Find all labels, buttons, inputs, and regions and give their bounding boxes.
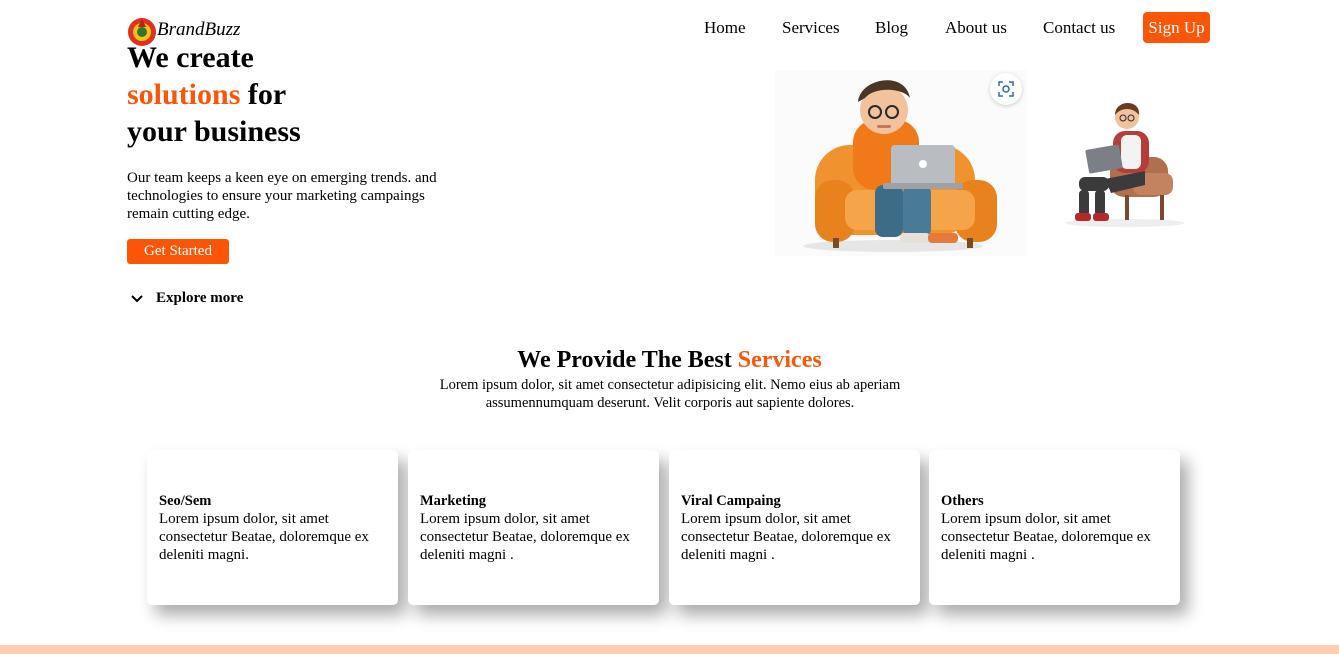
service-card-seo[interactable]: Seo/Sem Lorem ipsum dolor, sit amet cons… xyxy=(147,450,398,605)
nav-link-services[interactable]: Services xyxy=(782,18,840,38)
nav-link-blog[interactable]: Blog xyxy=(875,18,908,38)
hero-illustration-chair xyxy=(1065,103,1185,227)
services-title-accent: Services xyxy=(737,347,822,373)
explore-more-link[interactable]: Explore more xyxy=(130,290,243,307)
hero-illustration-sofa xyxy=(775,70,1027,256)
services-title: We Provide The Best Services xyxy=(0,347,1339,374)
nav-link-about[interactable]: About us xyxy=(945,18,1007,38)
service-card-viral[interactable]: Viral Campaing Lorem ipsum dolor, sit am… xyxy=(669,450,920,605)
service-card-others[interactable]: Others Lorem ipsum dolor, sit amet conse… xyxy=(929,450,1180,605)
service-card-text: Lorem ipsum dolor, sit amet consectetur … xyxy=(420,511,630,563)
service-card-title: Others xyxy=(941,493,984,509)
hero-title-line3: your business xyxy=(127,115,301,148)
service-card-title: Viral Campaing xyxy=(681,493,781,509)
service-card-title: Marketing xyxy=(420,493,487,509)
chevron-down-icon xyxy=(131,294,143,302)
service-card-text: Lorem ipsum dolor, sit amet consectetur … xyxy=(681,511,891,563)
hero-description: Our team keeps a keen eye on emerging tr… xyxy=(127,170,437,222)
nav-link-home[interactable]: Home xyxy=(704,18,746,38)
services-subtitle: Lorem ipsum dolor, sit amet consectetur … xyxy=(439,377,901,411)
nav-link-contact[interactable]: Contact us xyxy=(1043,18,1115,38)
visual-search-icon xyxy=(998,81,1014,97)
service-card-marketing[interactable]: Marketing Lorem ipsum dolor, sit amet co… xyxy=(408,450,659,605)
explore-more-label: Explore more xyxy=(156,290,244,306)
visual-search-button[interactable] xyxy=(990,73,1022,105)
hero-title: We create solutions for your business xyxy=(127,39,301,150)
service-card-text: Lorem ipsum dolor, sit amet consectetur … xyxy=(941,511,1151,563)
service-card-text: Lorem ipsum dolor, sit amet consectetur … xyxy=(159,511,369,563)
signup-button[interactable]: Sign Up xyxy=(1143,12,1210,43)
services-title-main: We Provide The Best xyxy=(517,347,738,373)
hero-title-accent: solutions xyxy=(127,78,241,111)
service-card-title: Seo/Sem xyxy=(159,493,212,509)
hero-title-line1: We create xyxy=(127,41,254,74)
footer-strip xyxy=(0,645,1339,654)
get-started-button[interactable]: Get Started xyxy=(127,239,229,264)
hero-title-line2: for xyxy=(240,78,287,111)
brand-name[interactable]: BrandBuzz xyxy=(157,19,240,41)
